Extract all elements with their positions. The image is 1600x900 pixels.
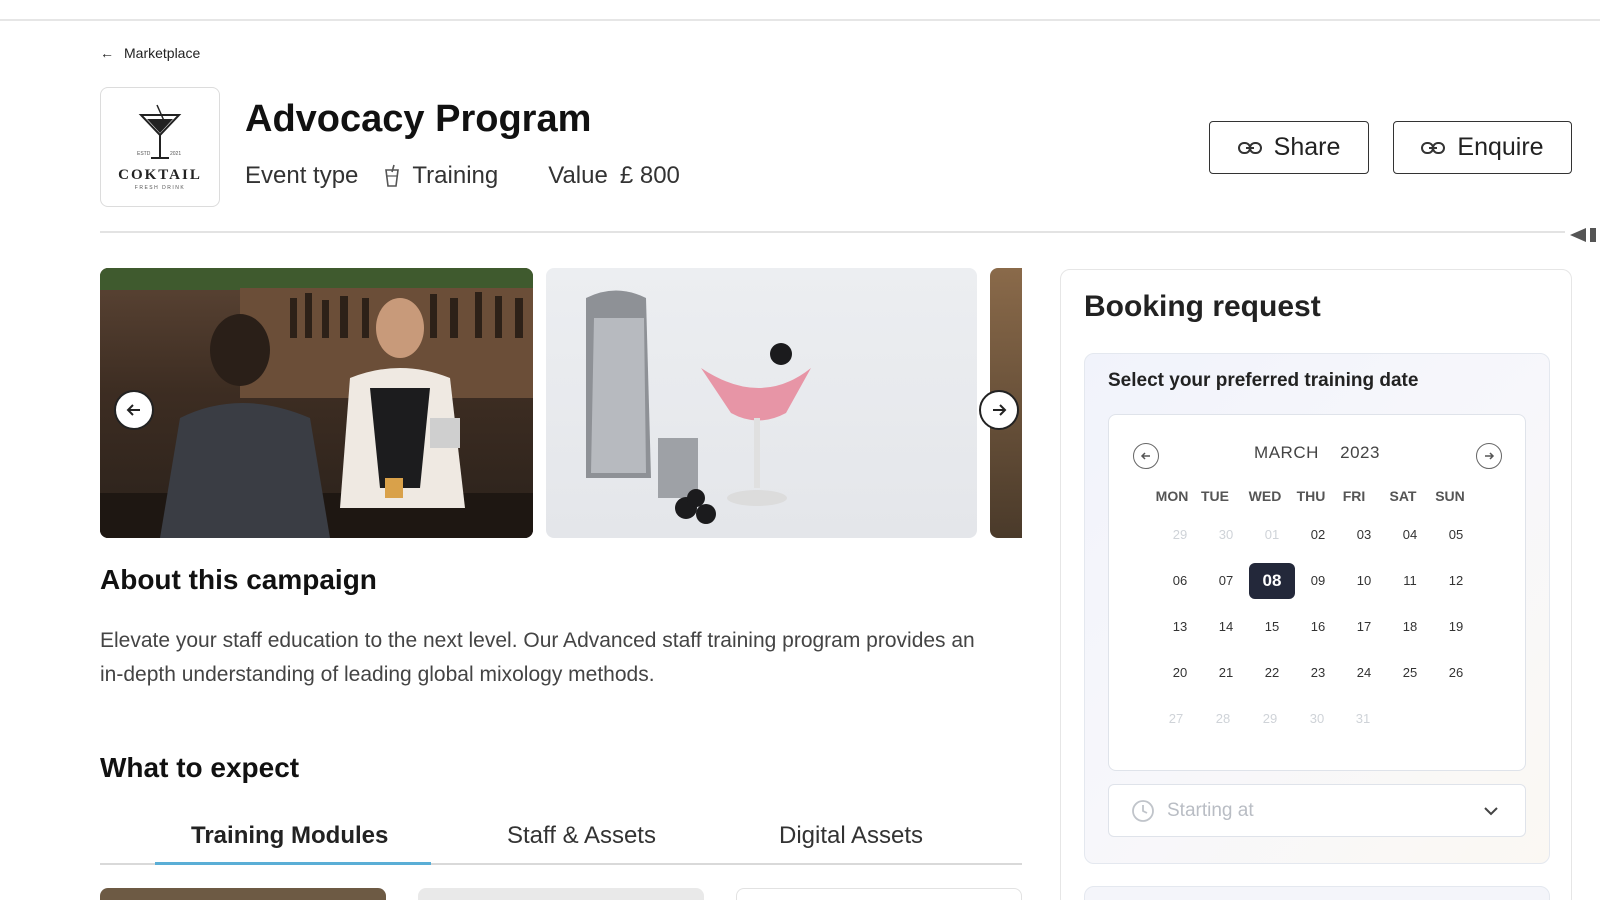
arrow-right-icon [1485, 452, 1495, 460]
calendar-day[interactable]: 18 [1387, 609, 1433, 645]
breadcrumb-label[interactable]: Marketplace [124, 45, 200, 61]
calendar-day: 31 [1355, 711, 1371, 726]
calendar-day: 29 [1262, 711, 1278, 726]
top-divider [0, 19, 1600, 21]
calendar-day[interactable]: 23 [1295, 655, 1341, 691]
carousel-next-button[interactable] [979, 390, 1019, 430]
calendar-day[interactable]: 16 [1295, 609, 1341, 645]
arrow-left-icon [126, 404, 140, 416]
calendar-day: 30 [1218, 527, 1234, 542]
link-icon [1237, 141, 1262, 154]
calendar-day[interactable]: 19 [1433, 609, 1479, 645]
calendar-day[interactable]: 20 [1157, 655, 1203, 691]
about-heading: About this campaign [100, 564, 377, 595]
tab-staff-assets[interactable]: Staff & Assets [507, 822, 656, 850]
calendar-day[interactable]: 12 [1433, 563, 1479, 599]
arrow-right-icon [993, 404, 1007, 416]
calendar-day[interactable]: 13 [1157, 609, 1203, 645]
event-meta: Event type Training Value £ 800 [245, 162, 680, 190]
active-tab-indicator [155, 862, 431, 865]
enquire-label: Enquire [1457, 133, 1544, 161]
weekday-sun: SUN [1435, 488, 1465, 504]
clock-icon [1132, 799, 1154, 822]
weekday-wed: WED [1248, 488, 1282, 504]
image-carousel[interactable] [100, 268, 1022, 538]
value-amount: £ 800 [619, 162, 680, 189]
calendar-day[interactable]: 09 [1295, 563, 1341, 599]
svg-text:ESTD: ESTD [137, 151, 151, 157]
booking-panel: Booking request Select your preferred tr… [1060, 269, 1572, 900]
bartender-photo [100, 268, 533, 538]
weekday-mon: MON [1155, 488, 1189, 504]
page-title: Advocacy Program [245, 98, 592, 140]
expect-tabs: Training Modules Staff & Assets Digital … [100, 820, 1022, 865]
date-prompt: Select your preferred training date [1108, 370, 1419, 391]
module-card[interactable] [100, 888, 386, 900]
link-icon [1421, 141, 1446, 154]
event-type-label: Event type [245, 162, 359, 189]
logo-wordmark: COKTAIL [118, 167, 202, 183]
calendar-day[interactable]: 17 [1341, 609, 1387, 645]
calendar-year: 2023 [1340, 443, 1380, 462]
module-card[interactable] [418, 888, 704, 900]
module-card[interactable] [736, 888, 1022, 900]
calendar-day[interactable]: 24 [1341, 655, 1387, 691]
carousel-prev-button[interactable] [114, 390, 154, 430]
booking-title: Booking request [1084, 290, 1321, 323]
weekday-sat: SAT [1389, 488, 1417, 504]
start-time-placeholder: Starting at [1167, 799, 1254, 821]
calendar-day-selected[interactable]: 08 [1249, 563, 1295, 599]
calendar-day[interactable]: 07 [1203, 563, 1249, 599]
chevron-down-icon [1484, 807, 1498, 816]
calendar-day: 28 [1215, 711, 1231, 726]
logo-tagline: FRESH DRINK [134, 185, 186, 191]
calendar-day: 27 [1168, 711, 1184, 726]
calendar-day[interactable]: 22 [1249, 655, 1295, 691]
calendar-day[interactable]: 15 [1249, 609, 1295, 645]
value-label: Value [548, 162, 608, 189]
share-button[interactable]: Share [1209, 121, 1369, 174]
header-divider [100, 231, 1565, 233]
tab-digital-assets[interactable]: Digital Assets [779, 822, 923, 850]
calendar-month: MARCH [1254, 443, 1319, 462]
enquire-button[interactable]: Enquire [1393, 121, 1572, 174]
module-cards-row [100, 888, 1022, 900]
calendar: MARCH 2023 MON TUE WED THU FRI SAT SUN 2… [1108, 414, 1526, 771]
breadcrumb[interactable]: ← Marketplace [100, 45, 200, 61]
calendar-day[interactable]: 14 [1203, 609, 1249, 645]
svg-text:2021: 2021 [170, 151, 181, 157]
calendar-day[interactable]: 04 [1387, 517, 1433, 553]
calendar-day: 30 [1309, 711, 1325, 726]
calendar-day[interactable]: 10 [1341, 563, 1387, 599]
event-type-value: Training [412, 162, 499, 189]
calendar-day[interactable]: 11 [1387, 563, 1433, 599]
date-selection-panel: Select your preferred training date MARC… [1084, 353, 1550, 864]
calendar-month-year: MARCH 2023 [1109, 443, 1525, 463]
tab-training-modules[interactable]: Training Modules [191, 822, 388, 850]
booking-next-section [1084, 886, 1550, 900]
calendar-day[interactable]: 03 [1341, 517, 1387, 553]
brand-logo: ESTD 2021 COKTAIL FRESH DRINK [100, 87, 220, 207]
collapse-handle-icon[interactable] [1570, 226, 1600, 244]
calendar-day[interactable]: 02 [1295, 517, 1341, 553]
martini-glass-icon: ESTD 2021 [137, 104, 181, 159]
weekday-fri: FRI [1342, 488, 1366, 504]
calendar-day[interactable]: 26 [1433, 655, 1479, 691]
calendar-day[interactable]: 21 [1203, 655, 1249, 691]
weekday-tue: TUE [1201, 488, 1229, 504]
expect-heading: What to expect [100, 752, 300, 783]
calendar-day[interactable]: 25 [1387, 655, 1433, 691]
calendar-day[interactable]: 06 [1157, 563, 1203, 599]
about-text: Elevate your staff education to the next… [100, 629, 975, 686]
weekday-thu: THU [1296, 488, 1326, 504]
calendar-day: 01 [1264, 527, 1280, 542]
start-time-select[interactable]: Starting at [1108, 784, 1526, 837]
calendar-day[interactable]: 05 [1433, 517, 1479, 553]
back-arrow-icon[interactable]: ← [100, 45, 114, 61]
cocktail-photo [546, 268, 977, 538]
calendar-day: 29 [1172, 527, 1188, 542]
next-month-button[interactable] [1476, 443, 1502, 469]
cup-icon [385, 164, 400, 187]
share-label: Share [1273, 133, 1341, 161]
